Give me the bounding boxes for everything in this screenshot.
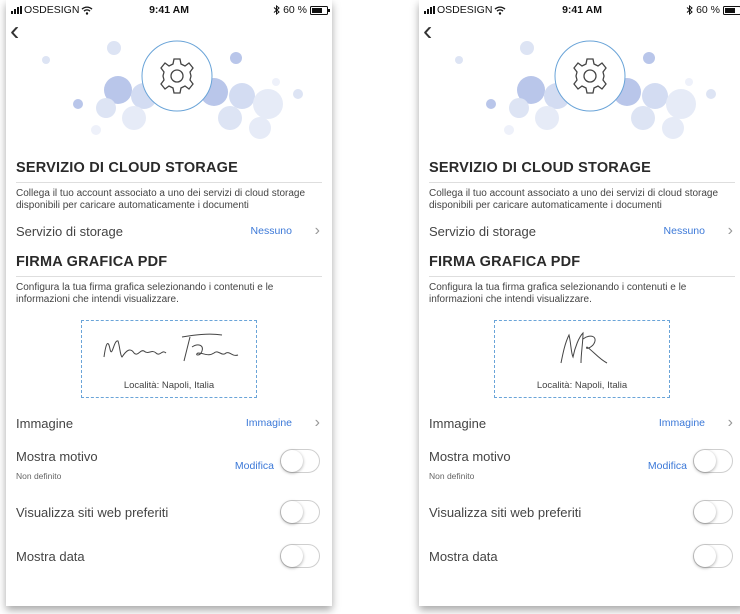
image-label: Immagine (429, 415, 487, 431)
chevron-left-icon[interactable]: ‹ (423, 17, 445, 45)
battery-label: 60 % (283, 4, 307, 16)
image-value[interactable]: Immagine (659, 417, 705, 429)
date-row: Mostra data (16, 534, 322, 578)
battery-icon (723, 5, 740, 15)
signature-preview[interactable]: Località: Napoli, Italia (494, 320, 670, 398)
chevron-right-icon: › (727, 222, 733, 239)
pattern-label: Mostra motivo (16, 449, 98, 464)
signature-location: Località: Napoli, Italia (536, 380, 628, 391)
signature-preview[interactable]: Località: Napoli, Italia (81, 320, 257, 398)
header-decoration (42, 40, 303, 139)
pattern-edit-link[interactable]: Modifica (648, 460, 687, 472)
websites-toggle[interactable] (693, 500, 733, 524)
chevron-right-icon: › (314, 414, 320, 431)
bluetooth-icon (686, 5, 693, 15)
websites-row: Visualizza siti web preferiti (429, 490, 735, 534)
image-row[interactable]: Immagine Immagine › (429, 404, 735, 442)
status-bar: OSDESIGN 9:41 AM 60 % (6, 0, 332, 20)
signature-image (560, 331, 608, 364)
storage-service-row[interactable]: Servizio di storage Nessuno › (16, 212, 322, 250)
settings-content: SERVIZIO DI CLOUD STORAGE Collega il tuo… (6, 160, 332, 578)
websites-toggle[interactable] (280, 500, 320, 524)
battery-icon (310, 5, 330, 15)
settings-content: SERVIZIO DI CLOUD STORAGE Collega il tuo… (419, 160, 740, 578)
phone-screen-right: OSDESIGN 9:41 AM 60 % ‹ SERVIZIO DI CLOU… (419, 0, 740, 606)
cloud-section-description: Collega il tuo account associato a uno d… (429, 188, 719, 211)
signature-section-title: FIRMA GRAFICA PDF (429, 254, 735, 277)
pattern-sublabel: Non definito (16, 471, 62, 481)
signature-section-title: FIRMA GRAFICA PDF (16, 254, 322, 277)
phone-screen-left: OSDESIGN 9:41 AM 60 % ‹ SERVIZIO DI CLOU… (6, 0, 332, 606)
signature-section-description: Configura la tua firma grafica seleziona… (16, 282, 274, 305)
chevron-right-icon: › (727, 414, 733, 431)
bluetooth-icon (273, 5, 280, 15)
storage-service-value[interactable]: Nessuno (251, 225, 292, 237)
websites-row: Visualizza siti web preferiti (16, 490, 322, 534)
date-row: Mostra data (429, 534, 735, 578)
storage-service-row[interactable]: Servizio di storage Nessuno › (429, 212, 735, 250)
date-toggle[interactable] (280, 544, 320, 568)
signature-section-description: Configura la tua firma grafica seleziona… (429, 282, 687, 305)
pattern-edit-link[interactable]: Modifica (235, 460, 274, 472)
pattern-row: Mostra motivo Non definito Modifica (429, 442, 735, 490)
cloud-section-title: SERVIZIO DI CLOUD STORAGE (429, 160, 735, 183)
header-decoration (455, 40, 716, 139)
storage-service-label: Servizio di storage (16, 223, 123, 239)
pattern-row: Mostra motivo Non definito Modifica (16, 442, 322, 490)
pattern-label: Mostra motivo (429, 449, 511, 464)
status-bar: OSDESIGN 9:41 AM 60 % (419, 0, 740, 20)
chevron-left-icon[interactable]: ‹ (10, 17, 32, 45)
pattern-toggle[interactable] (693, 449, 733, 473)
date-label: Mostra data (429, 548, 498, 564)
cloud-section-title: SERVIZIO DI CLOUD STORAGE (16, 160, 322, 183)
image-label: Immagine (16, 415, 74, 431)
pattern-sublabel: Non definito (429, 471, 475, 481)
pattern-toggle[interactable] (280, 449, 320, 473)
battery-label: 60 % (696, 4, 720, 16)
image-row[interactable]: Immagine Immagine › (16, 404, 322, 442)
storage-service-value[interactable]: Nessuno (664, 225, 705, 237)
chevron-right-icon: › (314, 222, 320, 239)
date-toggle[interactable] (693, 544, 733, 568)
storage-service-label: Servizio di storage (429, 223, 536, 239)
signature-image (103, 333, 239, 362)
websites-label: Visualizza siti web preferiti (16, 504, 169, 520)
date-label: Mostra data (16, 548, 85, 564)
signature-location: Località: Napoli, Italia (123, 380, 215, 391)
cloud-section-description: Collega il tuo account associato a uno d… (16, 188, 306, 211)
image-value[interactable]: Immagine (246, 417, 292, 429)
websites-label: Visualizza siti web preferiti (429, 504, 582, 520)
